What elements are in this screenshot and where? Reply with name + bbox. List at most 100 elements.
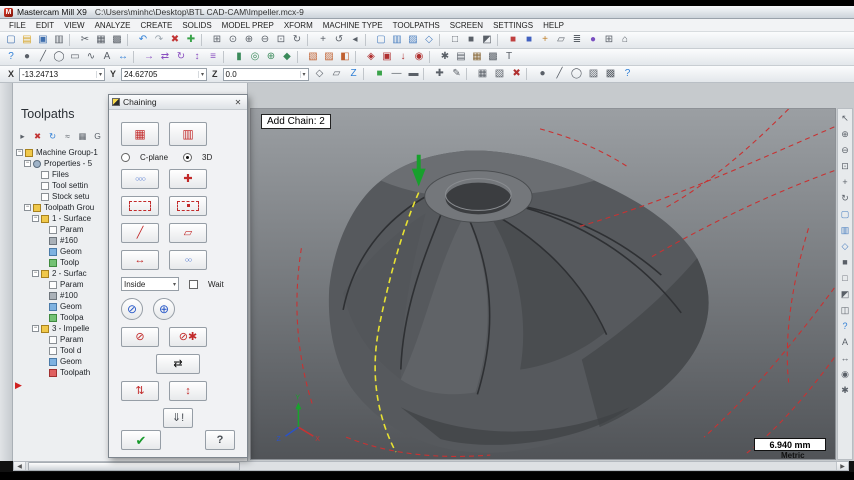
menu-screen[interactable]: SCREEN <box>445 21 488 30</box>
tool-manager-icon[interactable]: T <box>501 50 517 64</box>
swap-start-end-button[interactable]: ⇄ <box>156 354 200 374</box>
close-icon[interactable]: ✕ <box>232 98 244 107</box>
chain-mode-wireframe-button[interactable]: ▦ <box>121 122 159 146</box>
menu-edit[interactable]: EDIT <box>31 21 59 30</box>
note-icon[interactable]: A <box>839 336 852 349</box>
delete-operations-icon[interactable]: ✖ <box>31 130 44 142</box>
measure-icon[interactable]: ↔ <box>839 352 852 365</box>
xform-translate-icon[interactable]: → <box>141 50 157 64</box>
plane-icon[interactable]: ▱ <box>553 33 569 47</box>
create-arc-icon[interactable]: ◯ <box>51 50 67 64</box>
quick-mask-arc-icon[interactable]: ◯ <box>569 67 585 81</box>
xform-mirror-icon[interactable]: ⇄ <box>157 50 173 64</box>
capture-icon[interactable]: ◉ <box>839 368 852 381</box>
solid-fillet-icon[interactable]: ◆ <box>279 50 295 64</box>
scroll-right-icon[interactable]: ▶ <box>836 462 848 470</box>
analyze-icon[interactable]: ? <box>839 320 852 333</box>
expand-collapse-icon[interactable]: − <box>32 215 39 222</box>
single-chain-button[interactable]: ╱ <box>121 223 159 243</box>
shift-chain-button[interactable]: ↕ <box>169 381 207 401</box>
graphics-viewport[interactable]: Y X Z Add Chain: 2 6.940 mm Metric <box>250 108 836 460</box>
create-spline-icon[interactable]: ∿ <box>83 50 99 64</box>
expand-collapse-icon[interactable]: − <box>16 149 23 156</box>
area-chain-button[interactable] <box>169 196 207 216</box>
chain-mode-solid-button[interactable]: ▥ <box>169 122 207 146</box>
cut-icon[interactable]: ✂ <box>77 33 93 47</box>
ok-button[interactable]: ✔ <box>121 430 161 450</box>
menu-file[interactable]: FILE <box>4 21 31 30</box>
xform-scale-icon[interactable]: ↕ <box>189 50 205 64</box>
open-file-icon[interactable]: ▤ <box>19 33 35 47</box>
fastpoint-icon[interactable]: ✎ <box>449 67 465 81</box>
cplane-radio[interactable] <box>121 153 130 162</box>
surface-net-icon[interactable]: ▧ <box>305 50 321 64</box>
stock-model-icon[interactable]: ▦ <box>469 50 485 64</box>
menu-view[interactable]: VIEW <box>59 21 89 30</box>
isometric-view-icon[interactable]: ◇ <box>421 33 437 47</box>
expand-collapse-icon[interactable]: − <box>24 160 31 167</box>
create-rectangle-icon[interactable]: ▭ <box>67 50 83 64</box>
create-line-icon[interactable]: ╱ <box>35 50 51 64</box>
dynamic-rotate-icon[interactable]: ↺ <box>331 33 347 47</box>
z-coordinate-input[interactable]: 0.0 ▾ <box>222 67 309 81</box>
xform-offset-icon[interactable]: ≡ <box>205 50 221 64</box>
select-all-icon[interactable]: ▦ <box>475 67 491 81</box>
quick-mask-solid-icon[interactable]: ▩ <box>603 67 619 81</box>
chevron-down-icon[interactable]: ▾ <box>299 70 306 78</box>
impeller-model[interactable] <box>328 150 709 453</box>
delete-icon[interactable]: ✖ <box>167 33 183 47</box>
solid-revolve-icon[interactable]: ◎ <box>247 50 263 64</box>
chevron-down-icon[interactable]: ▾ <box>96 70 102 78</box>
front-view-icon[interactable]: ▥ <box>389 33 405 47</box>
save-icon[interactable]: ▣ <box>35 33 51 47</box>
copy-icon[interactable]: ▦ <box>93 33 109 47</box>
redo-icon[interactable]: ↷ <box>151 33 167 47</box>
help-icon[interactable]: ? <box>620 67 636 81</box>
top-view-icon[interactable]: ▢ <box>373 33 389 47</box>
translucent-display-icon[interactable]: ◩ <box>479 33 495 47</box>
right-view-icon[interactable]: ▨ <box>405 33 421 47</box>
scrollbar-thumb[interactable] <box>28 461 240 471</box>
quick-mask-point-icon[interactable]: ● <box>535 67 551 81</box>
reverse-direction-button[interactable]: ⇅ <box>121 381 159 401</box>
x-coordinate-input[interactable]: -13.24713 ▾ <box>19 67 106 81</box>
previous-view-icon[interactable]: ◂ <box>347 33 363 47</box>
end-entity-options-button[interactable]: ⊘✱ <box>169 327 207 347</box>
options-icon[interactable]: ✱ <box>839 384 852 397</box>
paste-icon[interactable]: ▩ <box>109 33 125 47</box>
chevron-down-icon[interactable]: ▾ <box>198 70 204 78</box>
front-view-icon[interactable]: ▥ <box>839 224 852 237</box>
fit-screen-icon[interactable]: ⊡ <box>273 33 289 47</box>
entity-color-icon[interactable]: ■ <box>505 33 521 47</box>
window-chain-button[interactable] <box>121 196 159 216</box>
create-point-icon[interactable]: ● <box>19 50 35 64</box>
quick-mask-surface-icon[interactable]: ▨ <box>586 67 602 81</box>
orientation-icon[interactable]: ⌂ <box>617 33 633 47</box>
attributes-icon[interactable]: ● <box>585 33 601 47</box>
select-only-icon[interactable]: ▧ <box>492 67 508 81</box>
menu-help[interactable]: HELP <box>538 21 569 30</box>
post-icon[interactable]: G <box>91 130 104 142</box>
autocursor-icon[interactable]: ✚ <box>432 67 448 81</box>
backplot-icon[interactable]: ≈ <box>61 130 74 142</box>
zoom-in-icon[interactable]: ⊕ <box>241 33 257 47</box>
shaded-icon[interactable]: ■ <box>839 256 852 269</box>
attributes-color-icon[interactable]: ■ <box>372 67 388 81</box>
top-view-icon[interactable]: ▢ <box>839 208 852 221</box>
expand-collapse-icon[interactable]: − <box>24 204 31 211</box>
translucent-icon[interactable]: ◩ <box>839 288 852 301</box>
iso-view-icon[interactable]: ◇ <box>839 240 852 253</box>
scroll-left-icon[interactable]: ◀ <box>14 462 26 470</box>
control-def-icon[interactable]: ▤ <box>453 50 469 64</box>
zoom-out-icon[interactable]: ⊖ <box>839 144 852 157</box>
menu-solids[interactable]: SOLIDS <box>177 21 216 30</box>
level-color-icon[interactable]: ■ <box>521 33 537 47</box>
wcs-icon[interactable]: + <box>537 33 553 47</box>
zoom-window-icon[interactable]: ⊞ <box>209 33 225 47</box>
end-entity-button[interactable]: ⊘ <box>121 327 159 347</box>
line-width-icon[interactable]: ▬ <box>406 67 422 81</box>
inside-outside-dropdown[interactable]: Inside ▾ <box>121 277 179 291</box>
unselect-all-icon[interactable]: ✖ <box>509 67 525 81</box>
wireframe-display-icon[interactable]: □ <box>447 33 463 47</box>
section-view-icon[interactable]: ◫ <box>839 304 852 317</box>
